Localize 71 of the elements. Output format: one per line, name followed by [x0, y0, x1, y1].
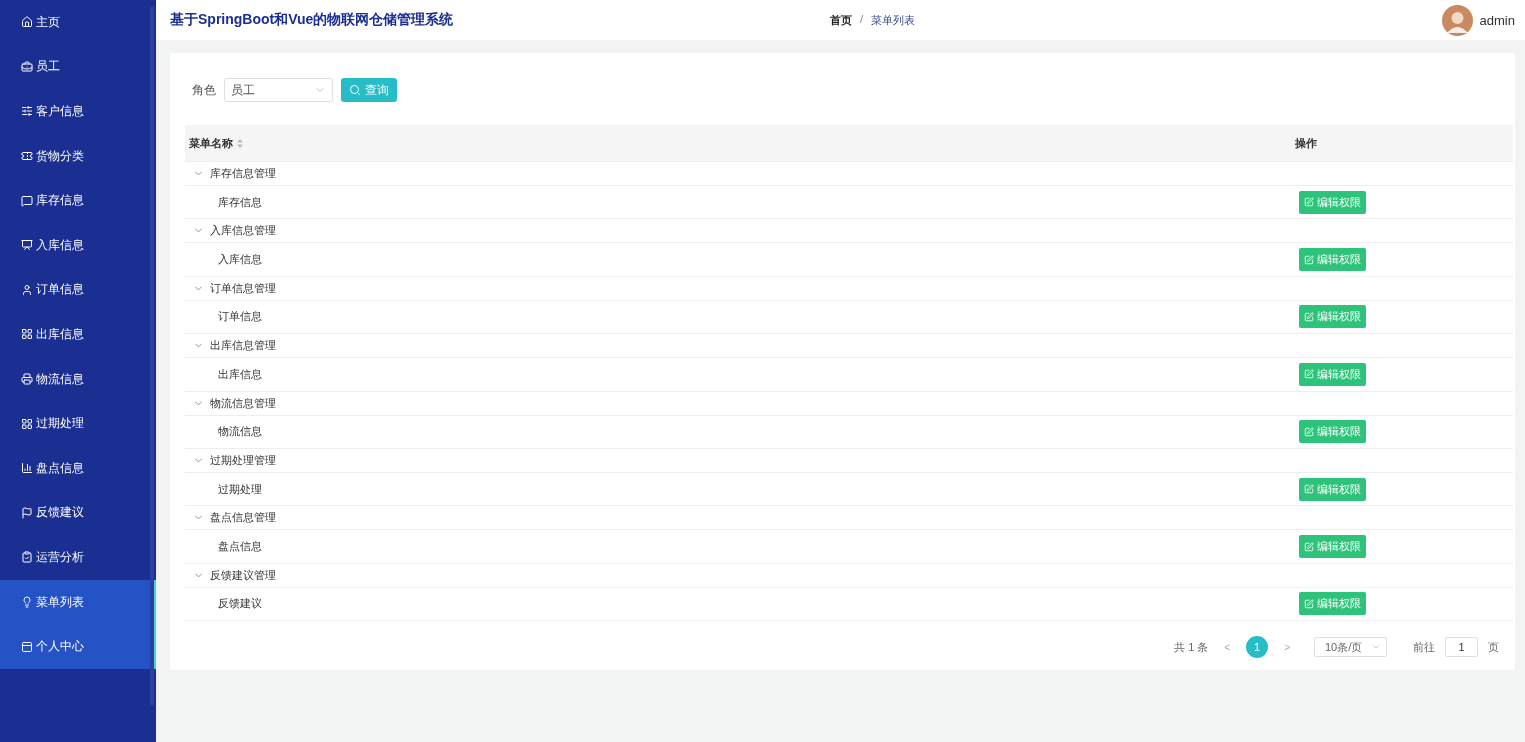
page-suffix: 页	[1488, 639, 1499, 655]
table-cell: 出库信息	[218, 366, 262, 382]
role-label: 角色	[192, 81, 216, 99]
edit-icon	[1304, 541, 1314, 552]
sidebar-item[interactable]: 菜单列表	[0, 579, 156, 625]
breadcrumb-item[interactable]: 菜单列表	[871, 12, 916, 28]
breadcrumb-separator: /	[860, 12, 864, 27]
column-header: 操作	[1295, 135, 1317, 151]
sort-icon[interactable]	[237, 138, 243, 148]
sidebar-item[interactable]: 物流信息	[0, 356, 156, 402]
table-cell: 订单信息管理	[210, 280, 276, 296]
person-icon	[21, 283, 33, 296]
total-count: 共 1 条	[1174, 639, 1209, 655]
table-cell: 盘点信息	[218, 539, 262, 555]
lightbulb-icon	[21, 596, 33, 608]
table-cell: 盘点信息管理	[210, 510, 276, 526]
edit-icon	[1304, 311, 1314, 322]
chat-bubble-icon	[21, 194, 33, 207]
grid-icon	[21, 328, 33, 341]
table-cell: 订单信息	[218, 309, 262, 325]
sidebar-item[interactable]: 货物分类	[0, 133, 156, 179]
sidebar-item[interactable]: 订单信息	[0, 267, 156, 313]
grid-icon	[21, 417, 33, 430]
page-size-select[interactable]: 10条/页	[1314, 637, 1387, 658]
sidebar-item[interactable]: 过期处理	[0, 401, 156, 446]
sidebar-item[interactable]: 个人中心	[0, 624, 156, 669]
briefcase-icon	[21, 60, 33, 73]
sidebar-item[interactable]: 员工	[0, 44, 156, 90]
edit-icon	[1304, 254, 1314, 265]
window-icon	[21, 640, 33, 653]
sidebar-item[interactable]: 入库信息	[0, 222, 156, 268]
table-cell: 入库信息	[218, 252, 262, 268]
bar-chart-icon	[21, 462, 33, 475]
sidebar-item[interactable]: 运营分析	[0, 535, 156, 580]
user-name[interactable]: admin	[1479, 12, 1515, 28]
role-select[interactable]: 员工	[224, 78, 333, 102]
table-cell: 反馈建议管理	[210, 567, 276, 583]
printer-icon	[21, 373, 33, 386]
table-cell: 入库信息管理	[210, 223, 276, 239]
house-icon	[21, 16, 33, 29]
sidebar-item[interactable]: 出库信息	[0, 312, 156, 357]
app-title: 基于SpringBoot和Vue的物联网仓储管理系统	[170, 11, 455, 29]
clipboard-icon	[21, 551, 33, 564]
ticket-icon	[21, 150, 33, 163]
sidebar-item[interactable]: 主页	[0, 0, 156, 45]
table-cell: 库存信息管理	[210, 166, 276, 181]
table-cell: 物流信息	[218, 424, 262, 440]
edit-icon	[1304, 484, 1314, 495]
flag-icon	[21, 506, 33, 519]
sidebar-item[interactable]: 反馈建议	[0, 490, 156, 536]
table-cell: 过期处理	[218, 481, 262, 497]
sidebar-item[interactable]: 客户信息	[0, 89, 156, 134]
search-icon	[349, 84, 361, 96]
breadcrumb-item[interactable]: 首页	[830, 12, 852, 28]
edit-icon	[1304, 598, 1314, 609]
edit-icon	[1304, 197, 1314, 208]
table-cell: 反馈建议	[218, 596, 262, 612]
board-icon	[21, 239, 33, 252]
table-cell: 物流信息管理	[210, 395, 276, 411]
table-cell: 过期处理管理	[210, 452, 276, 468]
goto-label: 前往	[1413, 639, 1435, 655]
table-cell: 库存信息	[218, 194, 262, 210]
sidebar-item[interactable]: 盘点信息	[0, 445, 156, 491]
sliders-icon	[21, 105, 33, 118]
avatar[interactable]	[1441, 4, 1473, 36]
sidebar-item[interactable]: 库存信息	[0, 178, 156, 223]
table-cell: 出库信息管理	[210, 338, 276, 354]
edit-icon	[1304, 369, 1314, 380]
column-header[interactable]: 菜单名称	[189, 135, 233, 151]
goto-page-field[interactable]: 1	[1445, 637, 1478, 658]
edit-icon	[1304, 426, 1314, 437]
